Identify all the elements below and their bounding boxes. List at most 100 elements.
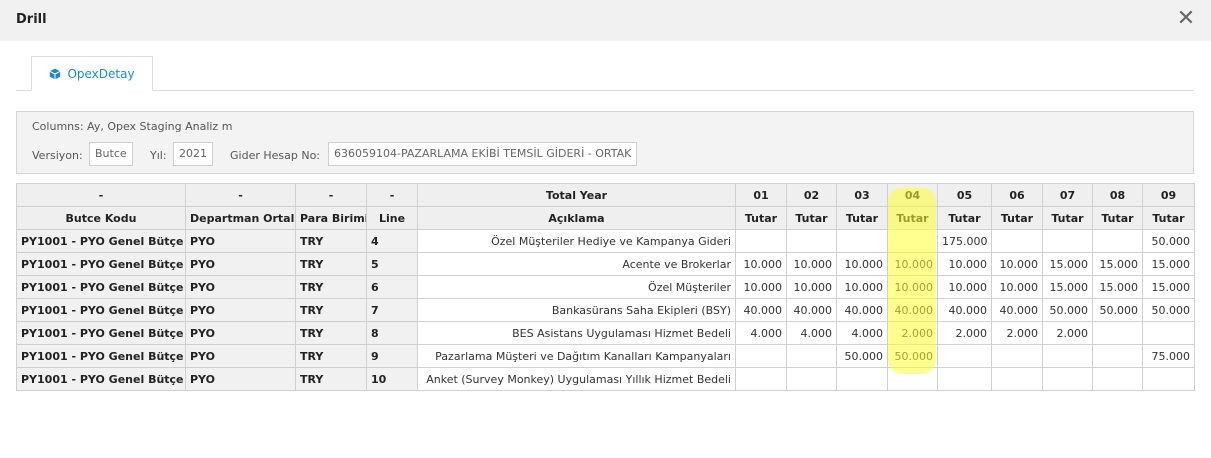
- amount-cell[interactable]: [1142, 367, 1195, 391]
- amount-cell[interactable]: [786, 229, 837, 253]
- currency-cell: TRY: [295, 229, 367, 253]
- amount-cell[interactable]: 15.000: [1142, 252, 1195, 276]
- amount-cell[interactable]: [887, 367, 938, 391]
- currency-cell: TRY: [295, 367, 367, 391]
- amount-cell[interactable]: [1092, 229, 1143, 253]
- amount-cell[interactable]: [1092, 321, 1143, 345]
- amount-cell[interactable]: 50.000: [887, 344, 938, 368]
- drill-table: - - - - Total Year 01 02 03 04 05 06 07 …: [16, 183, 1195, 391]
- description-cell: Pazarlama Müşteri ve Dağıtım Kanalları K…: [417, 344, 736, 368]
- amount-cell[interactable]: [991, 367, 1043, 391]
- department-cell: PYO: [185, 321, 296, 345]
- amount-cell[interactable]: 15.000: [1092, 275, 1143, 299]
- amount-cell[interactable]: 40.000: [786, 298, 837, 322]
- amount-cell[interactable]: [887, 229, 938, 253]
- amount-cell[interactable]: 175.000: [937, 229, 992, 253]
- amount-cell[interactable]: 2.000: [937, 321, 992, 345]
- column-header: 05: [937, 183, 992, 207]
- amount-cell[interactable]: 50.000: [1142, 229, 1195, 253]
- amount-cell[interactable]: [1042, 344, 1093, 368]
- table-row[interactable]: PY1001 - PYO Genel Bütçe PYO TRY 10 Anket (S…: [16, 367, 1195, 391]
- header-row-periods: - - - - Total Year 01 02 03 04 05 06 07 …: [16, 183, 1195, 207]
- line-cell: 9: [366, 344, 418, 368]
- version-label: Versiyon:: [32, 149, 83, 162]
- amount-cell[interactable]: 40.000: [836, 298, 888, 322]
- amount-cell[interactable]: 40.000: [887, 298, 938, 322]
- version-field[interactable]: Butce: [89, 142, 133, 166]
- amount-cell[interactable]: [836, 229, 888, 253]
- amount-cell[interactable]: 10.000: [786, 275, 837, 299]
- amount-cell[interactable]: 15.000: [1042, 252, 1093, 276]
- column-header: Para Birimi: [295, 206, 367, 230]
- amount-cell[interactable]: [937, 367, 992, 391]
- column-header: 01: [735, 183, 787, 207]
- amount-cell[interactable]: 15.000: [1142, 275, 1195, 299]
- amount-cell[interactable]: 4.000: [735, 321, 787, 345]
- tab-opexdetay[interactable]: OpexDetay: [31, 56, 153, 91]
- amount-cell[interactable]: 2.000: [887, 321, 938, 345]
- table-row[interactable]: PY1001 - PYO Genel Bütçe PYO TRY 5 Acente ve…: [16, 252, 1195, 276]
- budget-code-cell: PY1001 - PYO Genel Bütçe: [16, 252, 186, 276]
- amount-cell[interactable]: 75.000: [1142, 344, 1195, 368]
- amount-cell[interactable]: 10.000: [836, 252, 888, 276]
- amount-cell[interactable]: 50.000: [1042, 298, 1093, 322]
- amount-cell[interactable]: 10.000: [887, 252, 938, 276]
- amount-cell[interactable]: [735, 367, 787, 391]
- amount-cell[interactable]: 15.000: [1092, 252, 1143, 276]
- table-row[interactable]: PY1001 - PYO Genel Bütçe PYO TRY 7 Bankasüra…: [16, 298, 1195, 322]
- amount-cell[interactable]: 10.000: [735, 275, 787, 299]
- amount-cell[interactable]: 10.000: [937, 275, 992, 299]
- amount-cell[interactable]: [937, 344, 992, 368]
- description-cell: BES Asistans Uygulaması Hizmet Bedeli: [417, 321, 736, 345]
- currency-cell: TRY: [295, 275, 367, 299]
- amount-cell[interactable]: 40.000: [937, 298, 992, 322]
- budget-code-cell: PY1001 - PYO Genel Bütçe: [16, 229, 186, 253]
- amount-cell[interactable]: [1042, 367, 1093, 391]
- amount-cell[interactable]: 10.000: [937, 252, 992, 276]
- line-cell: 6: [366, 275, 418, 299]
- amount-cell[interactable]: [836, 367, 888, 391]
- amount-cell[interactable]: 10.000: [887, 275, 938, 299]
- amount-cell[interactable]: [786, 367, 837, 391]
- amount-cell[interactable]: 50.000: [1142, 298, 1195, 322]
- table-row[interactable]: PY1001 - PYO Genel Bütçe PYO TRY 6 Özel Müşt…: [16, 275, 1195, 299]
- table-row[interactable]: PY1001 - PYO Genel Bütçe PYO TRY 9 Pazarlama…: [16, 344, 1195, 368]
- table-body: PY1001 - PYO Genel Bütçe PYO TRY 4 Özel Müşt…: [16, 229, 1195, 391]
- table-row[interactable]: PY1001 - PYO Genel Bütçe PYO TRY 8 BES Asist…: [16, 321, 1195, 345]
- amount-cell[interactable]: [1092, 344, 1143, 368]
- amount-cell[interactable]: 10.000: [836, 275, 888, 299]
- amount-cell[interactable]: 50.000: [836, 344, 888, 368]
- amount-cell[interactable]: 2.000: [991, 321, 1043, 345]
- amount-cell[interactable]: [735, 229, 787, 253]
- amount-cell[interactable]: [1092, 367, 1143, 391]
- amount-cell[interactable]: 10.000: [991, 275, 1043, 299]
- year-label: Yıl:: [150, 149, 167, 162]
- amount-cell[interactable]: 40.000: [991, 298, 1043, 322]
- amount-cell[interactable]: 10.000: [735, 252, 787, 276]
- amount-cell[interactable]: 15.000: [1042, 275, 1093, 299]
- header-row-fields: Butce Kodu Departman Ortal Para Birimi L…: [16, 206, 1195, 230]
- amount-cell[interactable]: [735, 344, 787, 368]
- year-field[interactable]: 2021: [173, 142, 213, 166]
- amount-cell[interactable]: [1042, 229, 1093, 253]
- table-row[interactable]: PY1001 - PYO Genel Bütçe PYO TRY 4 Özel Müşt…: [16, 229, 1195, 253]
- account-label: Gider Hesap No:: [230, 149, 321, 162]
- column-header: Tutar: [1092, 206, 1143, 230]
- department-cell: PYO: [185, 344, 296, 368]
- amount-cell[interactable]: [991, 344, 1043, 368]
- amount-cell[interactable]: 40.000: [735, 298, 787, 322]
- column-header: Total Year: [417, 183, 736, 207]
- amount-cell[interactable]: 50.000: [1092, 298, 1143, 322]
- amount-cell[interactable]: 4.000: [836, 321, 888, 345]
- amount-cell[interactable]: 4.000: [786, 321, 837, 345]
- amount-cell[interactable]: 2.000: [1042, 321, 1093, 345]
- amount-cell[interactable]: 10.000: [991, 252, 1043, 276]
- dialog-header: Drill ✕: [0, 0, 1211, 41]
- amount-cell[interactable]: 10.000: [786, 252, 837, 276]
- columns-info: Columns: Ay, Opex Staging Analiz m: [32, 120, 233, 133]
- amount-cell[interactable]: [991, 229, 1043, 253]
- account-field[interactable]: 636059104-PAZARLAMA EKİBİ TEMSİL GİDERİ …: [328, 142, 638, 166]
- close-icon[interactable]: ✕: [1175, 6, 1197, 32]
- amount-cell[interactable]: [786, 344, 837, 368]
- amount-cell[interactable]: [1142, 321, 1195, 345]
